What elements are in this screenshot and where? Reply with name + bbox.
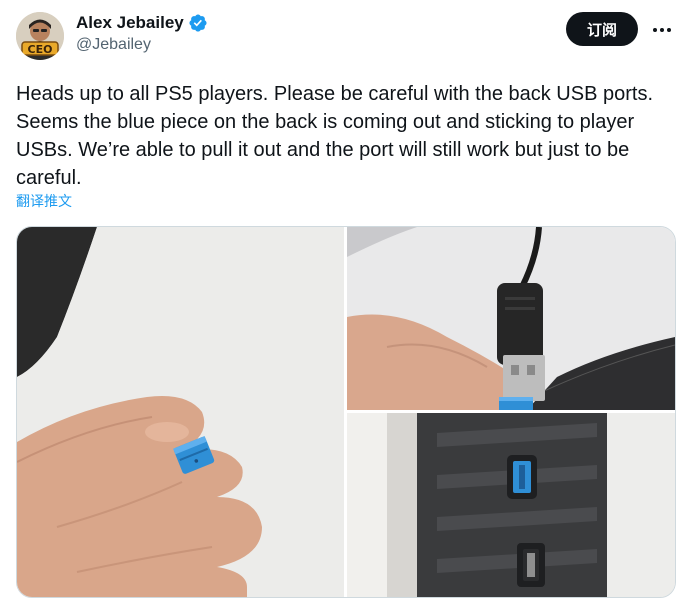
author-name-row: Alex Jebailey — [76, 12, 208, 34]
more-horizontal-icon[interactable] — [648, 16, 676, 44]
verified-badge-icon — [189, 14, 207, 32]
tweet-card: CEO Alex Jebailey @Jebailey 订阅 Heads up … — [0, 0, 700, 600]
avatar-badge-text: CEO — [28, 43, 53, 56]
author-avatar[interactable]: CEO — [16, 12, 64, 60]
author-display-name[interactable]: Alex Jebailey — [76, 12, 184, 34]
translate-tweet-link[interactable]: 翻译推文 — [16, 193, 72, 211]
photo-blue-piece-on-finger[interactable] — [17, 227, 344, 597]
photo-ps5-rear-ports[interactable] — [347, 413, 675, 597]
photo-usb-plug-with-piece[interactable] — [347, 227, 675, 410]
author-handle[interactable]: @Jebailey — [76, 35, 151, 55]
subscribe-button[interactable]: 订阅 — [566, 12, 638, 46]
tweet-text: Heads up to all PS5 players. Please be c… — [16, 83, 654, 189]
media-grid — [16, 226, 676, 598]
